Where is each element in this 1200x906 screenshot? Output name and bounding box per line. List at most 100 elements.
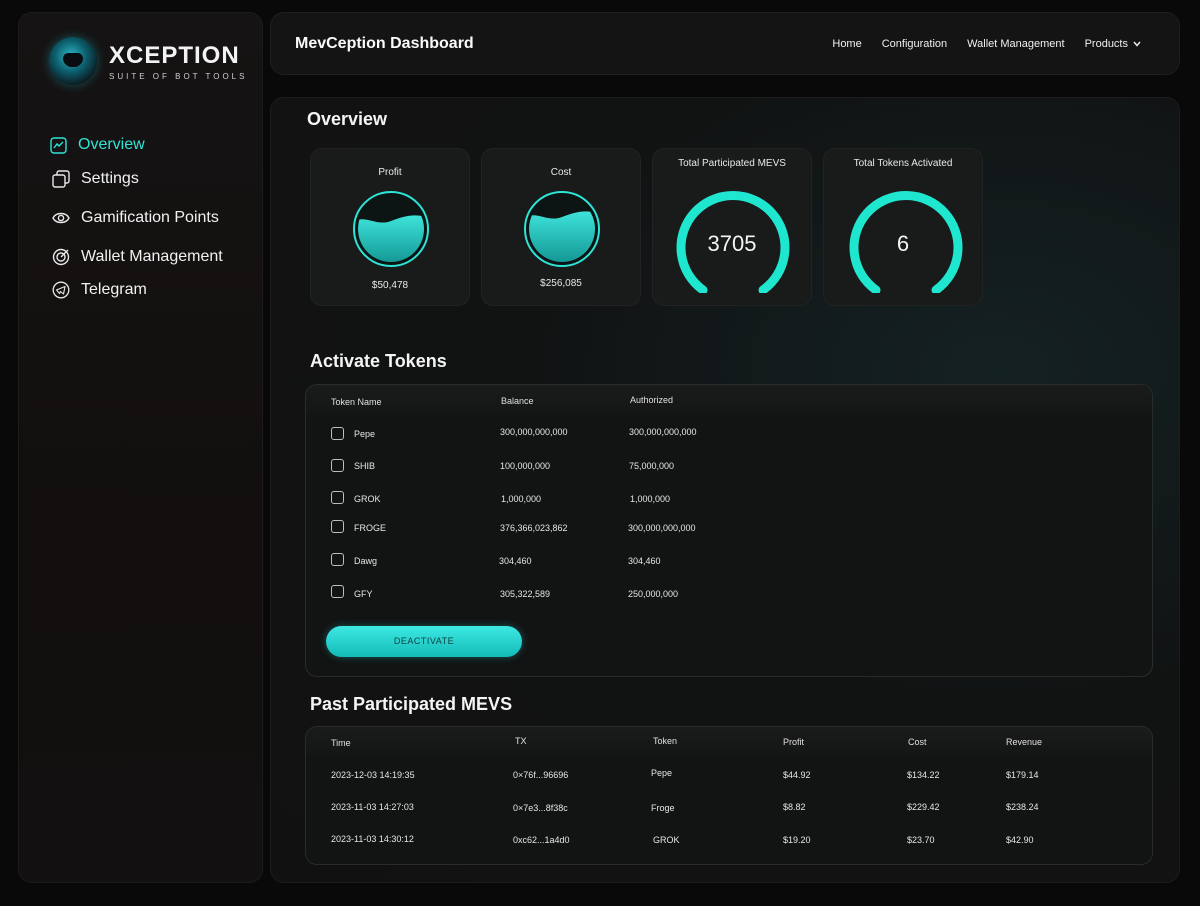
column-header: Cost (908, 737, 927, 747)
gauge-value: 6 (896, 231, 910, 256)
target-icon (52, 248, 70, 266)
nav-link-wallet-management[interactable]: Wallet Management (967, 38, 1064, 50)
mev-token: GROK (653, 835, 680, 845)
total-tokens-card: Total Tokens Activated 6 (823, 148, 983, 306)
mev-tx[interactable]: 0×76f...96696 (513, 770, 568, 780)
token-checkbox[interactable] (331, 491, 344, 504)
sidebar-item-wallet-management[interactable]: Wallet Management (52, 247, 223, 267)
mev-cost: $134.22 (907, 770, 940, 780)
token-balance: 304,460 (499, 556, 532, 566)
cost-wave-gauge (524, 191, 600, 267)
sidebar-item-telegram[interactable]: Telegram (52, 280, 147, 300)
token-checkbox[interactable] (331, 459, 344, 472)
token-name: Pepe (354, 429, 376, 439)
column-header: Token Name (331, 397, 382, 407)
mev-cost: $229.42 (907, 802, 940, 812)
mev-profit: $44.92 (783, 770, 811, 780)
token-checkbox[interactable] (331, 553, 344, 566)
token-balance: 305,322,589 (500, 589, 551, 599)
mev-tx[interactable]: 0×7e3...8f38c (513, 803, 568, 813)
column-header: Token (653, 736, 678, 746)
deactivate-button[interactable]: DEACTIVATE (326, 626, 522, 657)
token-balance: 1,000,000 (501, 494, 542, 504)
activate-tokens-table: Token Name Balance Authorized Pepe 300,0… (305, 384, 1153, 677)
column-header: Authorized (630, 395, 674, 405)
column-header: Time (331, 738, 351, 748)
past-mevs-title: Past Participated MEVS (310, 694, 513, 714)
sidebar-item-label: Settings (81, 170, 139, 187)
telegram-icon (52, 281, 70, 299)
sidebar-item-settings[interactable]: Settings (52, 169, 139, 189)
profit-card: Profit $50,478 (310, 148, 470, 306)
profit-wave-gauge (353, 191, 429, 267)
logo-icon (49, 37, 97, 85)
mev-profit: $8.82 (783, 802, 806, 812)
column-header: Balance (501, 396, 534, 406)
brand-logo[interactable]: XCEPTION SUITE OF BOT TOOLS (49, 37, 247, 85)
nav-link-configuration[interactable]: Configuration (882, 38, 947, 50)
mev-time: 2023-12-03 14:19:35 (331, 770, 415, 780)
token-checkbox[interactable] (331, 585, 344, 598)
nav-link-home[interactable]: Home (832, 38, 861, 50)
token-name: GFY (354, 589, 373, 599)
mev-tx[interactable]: 0xc62...1a4d0 (513, 835, 570, 845)
token-balance: 376,366,023,862 (500, 523, 568, 533)
mev-profit: $19.20 (783, 835, 811, 845)
overview-title: Overview (307, 109, 388, 129)
chevron-down-icon (1133, 39, 1141, 49)
card-label: Profit (378, 167, 402, 178)
token-authorized: 304,460 (628, 556, 661, 566)
sidebar-item-gamification-points[interactable]: Gamification Points (52, 208, 219, 228)
card-value: $256,085 (540, 278, 582, 289)
column-header: Revenue (1006, 737, 1043, 747)
token-authorized: 300,000,000,000 (629, 427, 697, 437)
token-checkbox[interactable] (331, 427, 344, 440)
total-mevs-card: Total Participated MEVS 3705 (652, 148, 812, 306)
card-label: Cost (550, 167, 572, 178)
activate-tokens-title: Activate Tokens (310, 351, 447, 371)
token-name: FROGE (354, 523, 387, 533)
table-header (306, 385, 1152, 415)
token-balance: 100,000,000 (500, 461, 551, 471)
token-name: SHIB (354, 461, 376, 471)
nav-link-products-label: Products (1084, 38, 1128, 50)
eye-icon (52, 209, 70, 227)
past-mevs-table: Time TX Token Profit Cost Revenue 2023-1… (305, 726, 1153, 865)
token-name: Dawg (354, 556, 378, 566)
cost-card: Cost $256,085 (481, 148, 641, 306)
mev-revenue: $42.90 (1006, 835, 1034, 845)
card-value: $50,478 (371, 280, 409, 291)
sidebar-item-label: Gamification Points (81, 209, 219, 226)
mev-revenue: $179.14 (1006, 770, 1039, 780)
mev-time: 2023-11-03 14:27:03 (331, 802, 414, 812)
top-nav: Home Configuration Wallet Management Pro… (812, 38, 1141, 50)
sidebar: XCEPTION SUITE OF BOT TOOLS Overview Set… (18, 12, 263, 883)
token-authorized: 250,000,000 (628, 589, 679, 599)
token-authorized: 1,000,000 (630, 494, 671, 504)
brand-title: XCEPTION (109, 41, 240, 69)
sidebar-item-label: Telegram (81, 281, 147, 298)
page-title: MevCeption Dashboard (295, 35, 474, 52)
token-authorized: 75,000,000 (629, 461, 675, 471)
copy-icon (52, 170, 70, 188)
mev-time: 2023-11-03 14:30:12 (331, 834, 414, 844)
nav-link-products[interactable]: Products (1085, 38, 1141, 50)
card-label: Total Participated MEVS (678, 158, 786, 169)
mev-revenue: $238.24 (1006, 802, 1039, 812)
sidebar-item-overview[interactable]: Overview (49, 135, 145, 155)
token-authorized: 300,000,000,000 (628, 523, 696, 533)
token-checkbox[interactable] (331, 520, 344, 533)
brand-subtitle: SUITE OF BOT TOOLS (109, 71, 248, 81)
column-header: Profit (783, 737, 805, 747)
mev-cost: $23.70 (907, 835, 935, 845)
main-content: Overview Profit $50,478 Cost $256,085 To… (270, 97, 1180, 883)
sidebar-item-label: Overview (78, 136, 145, 153)
top-bar: MevCeption Dashboard Home Configuration … (270, 12, 1180, 75)
gauge-value: 3705 (707, 231, 757, 256)
token-balance: 300,000,000,000 (500, 427, 568, 437)
token-name: GROK (354, 494, 381, 504)
column-header: TX (515, 736, 527, 746)
mev-token: Froge (651, 803, 675, 813)
sidebar-item-label: Wallet Management (81, 248, 223, 265)
mev-token: Pepe (651, 768, 673, 778)
